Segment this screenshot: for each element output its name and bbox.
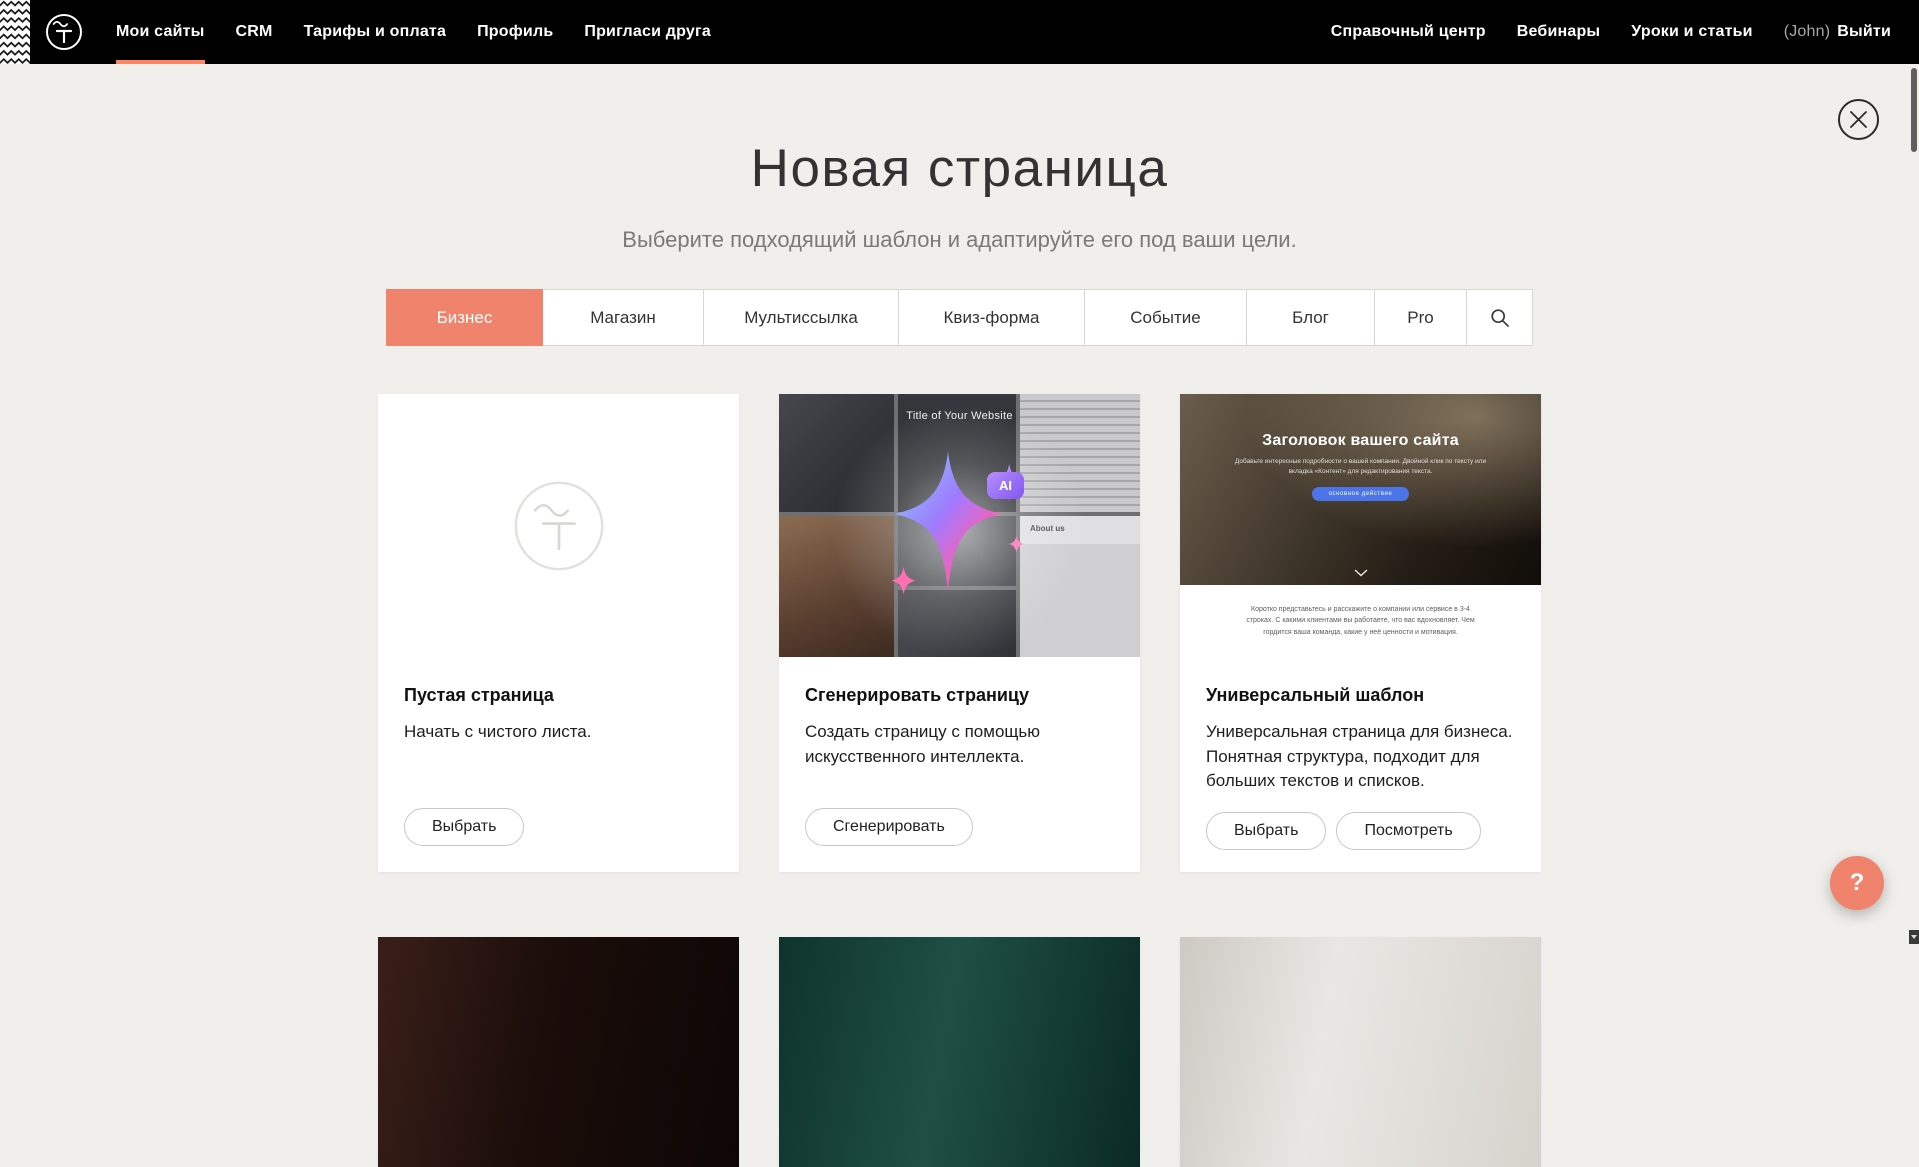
ai-preview-collage: About us Title of Your Website — [779, 394, 1140, 657]
ai-badge: AI — [987, 472, 1024, 499]
main-menu: Мои сайты CRM Тарифы и оплата Профиль Пр… — [116, 0, 742, 64]
template-preview-body: Коротко представьтесь и расскажите о ком… — [1180, 585, 1541, 657]
card-title: Сгенерировать страницу — [805, 685, 1114, 706]
close-icon — [1850, 111, 1867, 128]
top-nav: Мои сайты CRM Тарифы и оплата Профиль Пр… — [0, 0, 1919, 64]
tilda-watermark-icon — [511, 478, 607, 574]
tab-multilink[interactable]: Мультиссылка — [703, 289, 899, 346]
preview-subtext: Добавьте интересные подробности о вашей … — [1223, 457, 1497, 478]
card-description: Начать с чистого листа. — [404, 720, 713, 745]
nav-pricing[interactable]: Тарифы и оплата — [304, 0, 447, 64]
tab-quiz[interactable]: Квиз-форма — [898, 289, 1085, 346]
tab-blog[interactable]: Блог — [1246, 289, 1375, 346]
tab-business[interactable]: Бизнес — [386, 289, 543, 346]
choose-button[interactable]: Выбрать — [1206, 812, 1326, 850]
user-name: (John) — [1784, 23, 1831, 41]
card-universal-template[interactable]: Заголовок вашего сайта Добавьте интересн… — [1180, 394, 1541, 872]
view-button[interactable]: Посмотреть — [1336, 812, 1480, 850]
tilda-logo[interactable] — [44, 0, 84, 64]
tilda-logo-icon — [44, 12, 84, 52]
tab-store[interactable]: Магазин — [542, 289, 704, 346]
new-page-dialog: Новая страница Выберите подходящий шабло… — [0, 0, 1919, 1167]
down-arrow-icon — [1911, 935, 1917, 939]
zigzag-decoration — [0, 0, 30, 64]
card-blank-page[interactable]: Пустая страница Начать с чистого листа. … — [378, 394, 739, 872]
nav-profile[interactable]: Профиль — [477, 0, 553, 64]
template-preview: Заголовок вашего сайта Добавьте интересн… — [1180, 394, 1541, 657]
help-button[interactable]: ? — [1830, 856, 1884, 910]
template-grid-row-2 — [378, 937, 1541, 1167]
nav-crm[interactable]: CRM — [236, 0, 273, 64]
search-icon — [1490, 308, 1510, 328]
nav-lessons[interactable]: Уроки и статьи — [1631, 0, 1752, 64]
choose-button[interactable]: Выбрать — [404, 808, 524, 846]
scrollbar-down-arrow[interactable] — [1909, 930, 1919, 944]
nav-invite-friend[interactable]: Пригласи друга — [584, 0, 711, 64]
blank-page-preview — [378, 394, 739, 657]
logout-label: Выйти — [1837, 23, 1891, 41]
page-title: Новая страница — [0, 138, 1919, 199]
nav-webinars[interactable]: Вебинары — [1517, 0, 1601, 64]
template-card[interactable] — [378, 937, 739, 1167]
template-preview — [779, 937, 1140, 1167]
card-description: Создать страницу с помощью искусственног… — [805, 720, 1114, 769]
preview-cta-button: основное действие — [1312, 487, 1410, 501]
card-description: Универсальная страница для бизнеса. Поня… — [1206, 720, 1515, 794]
preview-body-text: Коротко представьтесь и расскажите о ком… — [1241, 604, 1479, 638]
nav-help-center[interactable]: Справочный центр — [1331, 0, 1486, 64]
template-category-tabs: Бизнес Магазин Мультиссылка Квиз-форма С… — [383, 289, 1537, 346]
nav-logout[interactable]: (John) Выйти — [1784, 0, 1891, 64]
secondary-menu: Справочный центр Вебинары Уроки и статьи… — [1300, 0, 1919, 64]
template-card[interactable] — [1180, 937, 1541, 1167]
scrollbar-thumb[interactable] — [1911, 68, 1917, 152]
card-title: Пустая страница — [404, 685, 713, 706]
template-grid-row-1: Пустая страница Начать с чистого листа. … — [378, 394, 1541, 872]
chevron-down-icon — [1354, 569, 1368, 577]
tab-pro[interactable]: Pro — [1374, 289, 1467, 346]
scrollbar[interactable] — [1909, 0, 1919, 944]
tab-search[interactable] — [1466, 289, 1533, 346]
nav-my-sites[interactable]: Мои сайты — [116, 0, 205, 64]
card-ai-generate[interactable]: About us Title of Your Website — [779, 394, 1140, 872]
page-subtitle: Выберите подходящий шаблон и адаптируйте… — [0, 227, 1919, 253]
tab-event[interactable]: Событие — [1084, 289, 1247, 346]
template-card[interactable] — [779, 937, 1140, 1167]
generate-button[interactable]: Сгенерировать — [805, 808, 973, 846]
template-preview — [1180, 937, 1541, 1167]
ai-sparkle-icon — [882, 442, 1032, 610]
template-preview — [378, 937, 739, 1167]
card-title: Универсальный шаблон — [1206, 685, 1515, 706]
close-button[interactable] — [1838, 99, 1879, 140]
template-preview-hero: Заголовок вашего сайта Добавьте интересн… — [1180, 394, 1541, 585]
preview-heading: Заголовок вашего сайта — [1180, 394, 1541, 450]
